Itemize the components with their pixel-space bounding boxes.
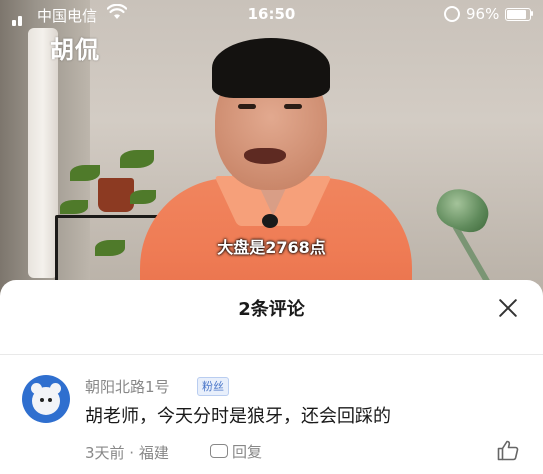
plant-leaf [120, 150, 154, 168]
video-subtitle: 大盘是2768点 [217, 238, 326, 257]
person-mouth [244, 148, 286, 164]
avatar-eye [40, 398, 44, 402]
comment-username[interactable]: 朝阳北路1号 [85, 376, 170, 397]
clock-time: 16:50 [247, 5, 296, 23]
battery-icon [505, 8, 531, 21]
battery-tip [531, 11, 533, 16]
avatar[interactable] [22, 375, 70, 423]
desk-lamp [431, 182, 495, 238]
comment-text[interactable]: 胡老师，今天分时是狼牙，还会回踩的 [85, 402, 391, 428]
lapel-mic [262, 214, 278, 228]
video-player[interactable]: 胡侃 大盘是2768点 [0, 0, 543, 300]
person-hair [212, 38, 330, 98]
plant-pot [98, 178, 134, 212]
comment-meta: 3天前 · 福建 [85, 444, 169, 462]
plant-leaf [130, 190, 156, 204]
comment-item: 朝阳北路1号 粉丝 胡老师，今天分时是狼牙，还会回踩的 3天前 · 福建 回复 [0, 370, 543, 474]
reply-icon [210, 444, 228, 458]
thumbs-up-icon[interactable] [496, 438, 520, 462]
plant-leaf [60, 200, 88, 214]
status-bar: 中国电信 16:50 96% [0, 0, 543, 30]
bear-avatar [32, 387, 60, 415]
person-eye [238, 104, 256, 109]
person-eye [284, 104, 302, 109]
battery-percent: 96% [466, 5, 500, 23]
fan-badge: 粉丝 [197, 377, 229, 396]
battery-level [507, 10, 526, 19]
avatar-eye [48, 398, 52, 402]
divider [0, 354, 543, 355]
channel-logo: 胡侃 [50, 35, 100, 64]
close-icon[interactable] [494, 294, 522, 322]
reply-button[interactable]: 回复 [210, 441, 262, 462]
reply-label: 回复 [232, 443, 263, 461]
orientation-lock-icon [444, 6, 460, 22]
plant-leaf [70, 165, 100, 181]
comments-title: 2条评论 [238, 299, 305, 320]
comments-sheet: 2条评论 朝阳北路1号 粉丝 胡老师，今天分时是狼牙，还会回踩的 3天前 · 福… [0, 280, 543, 474]
